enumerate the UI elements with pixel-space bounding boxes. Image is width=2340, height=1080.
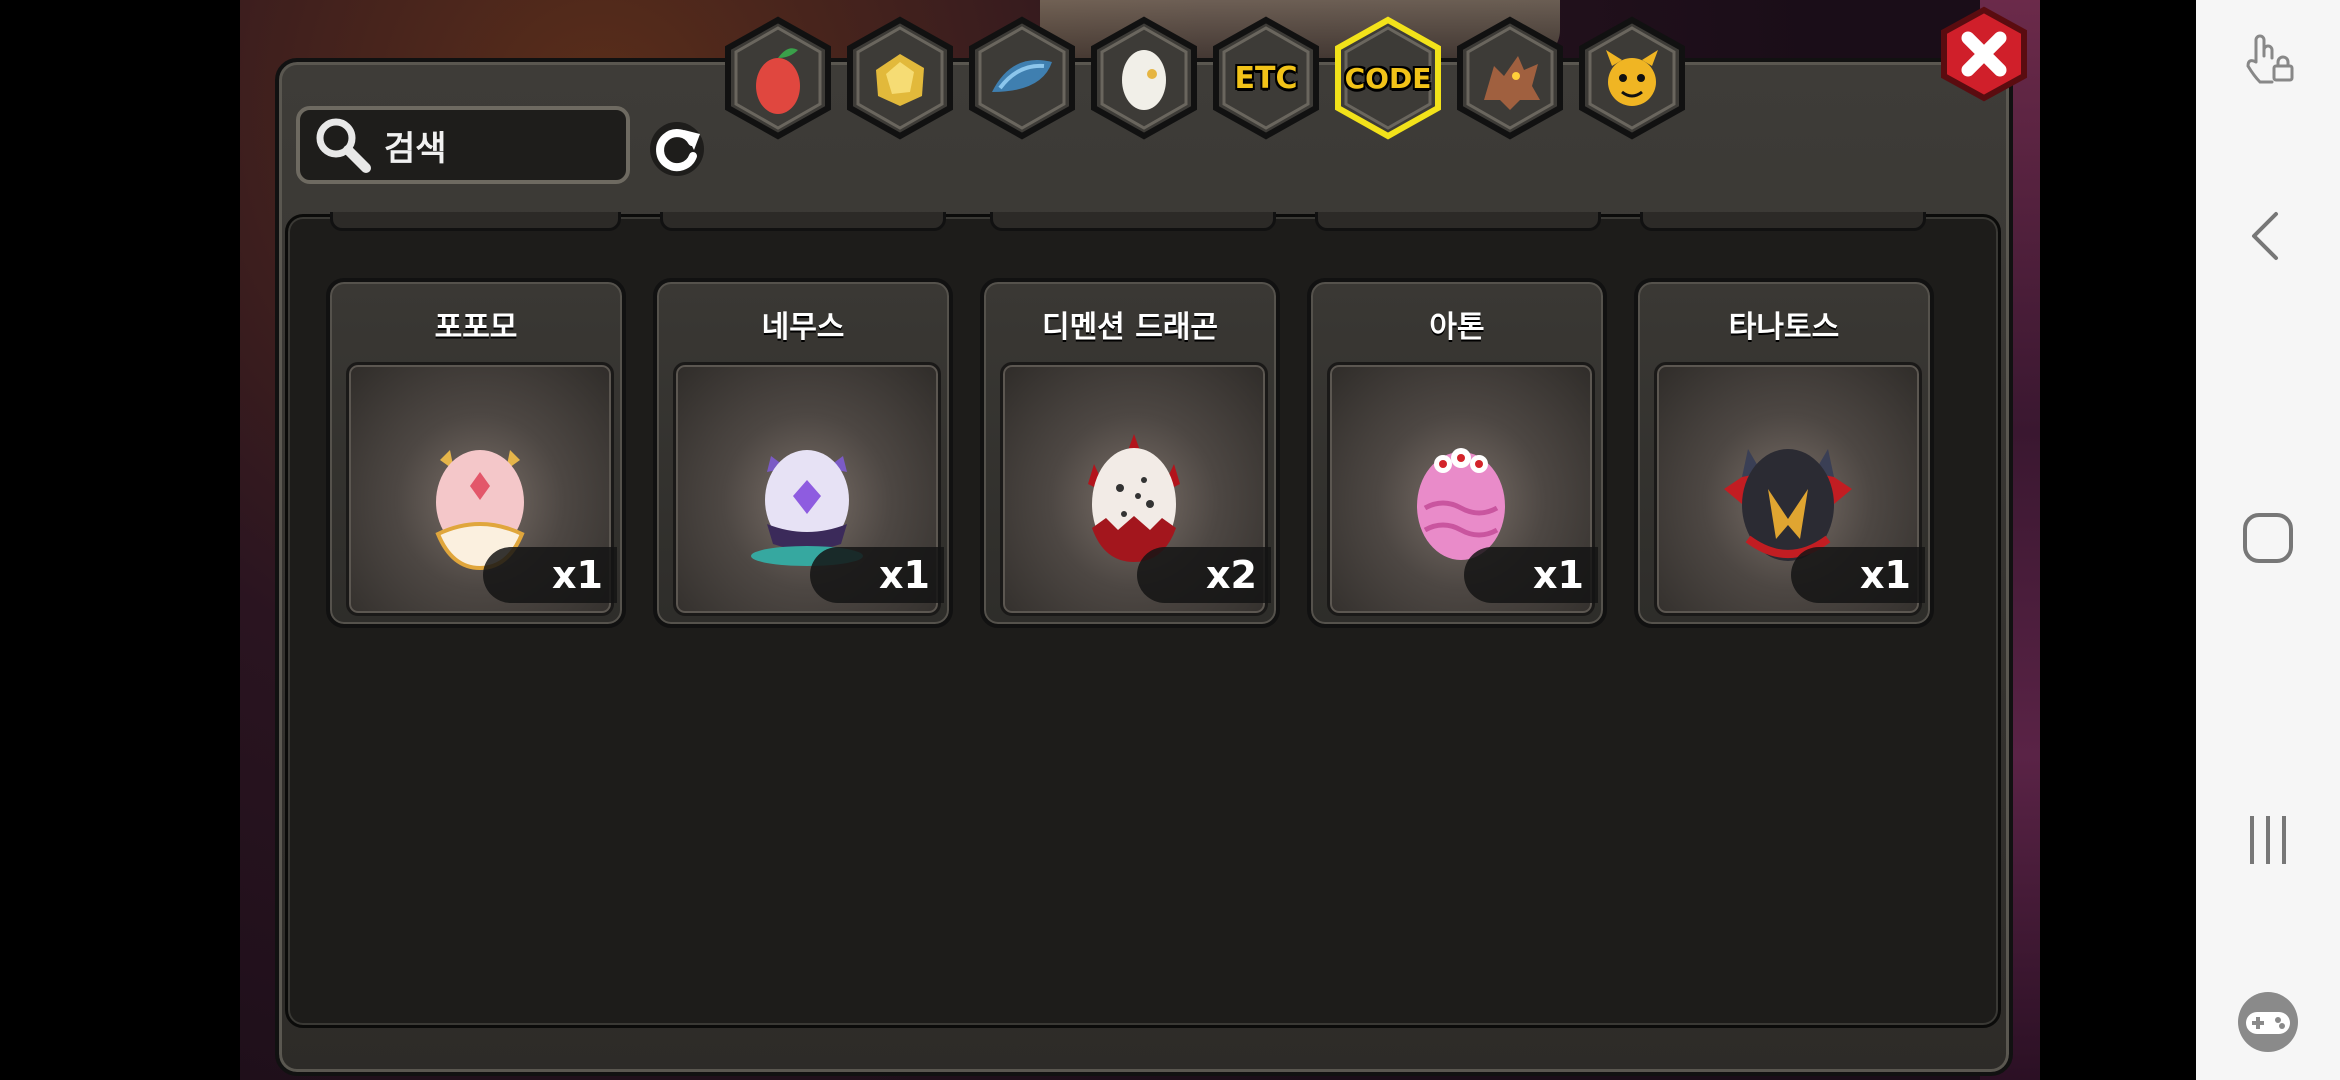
item-name: 포포모 <box>434 310 518 345</box>
item-frame: x1 <box>1654 362 1925 616</box>
monster-face-icon <box>1606 50 1658 106</box>
item-count: x1 <box>810 547 944 603</box>
egg-icon <box>1122 50 1166 110</box>
tab-fruit[interactable] <box>722 16 834 140</box>
tab-dragon-scale[interactable] <box>966 16 1078 140</box>
search-input[interactable]: 검색 <box>296 106 630 184</box>
item-count: x1 <box>483 547 617 603</box>
item-count: x2 <box>1137 547 1271 603</box>
tab-etc-label: ETC <box>1234 60 1298 96</box>
item-name: 아톤 <box>1429 310 1485 345</box>
back-icon <box>2252 212 2278 260</box>
tab-code-label: CODE <box>1344 61 1432 95</box>
recent-apps-icon <box>2250 816 2286 864</box>
item-card-aton[interactable]: 아톤 x1 <box>1307 278 1607 628</box>
refresh-icon[interactable] <box>648 120 706 178</box>
item-frame: x1 <box>1327 362 1598 616</box>
touch-lock-icon <box>2246 34 2294 84</box>
tab-code[interactable]: CODE <box>1332 16 1444 140</box>
gamepad-icon <box>2238 992 2298 1052</box>
item-name: 네무스 <box>761 310 845 345</box>
item-frame: x1 <box>673 362 944 616</box>
tab-etc[interactable]: ETC <box>1210 16 1322 140</box>
item-name: 디멘션 드래곤 <box>1041 310 1219 345</box>
item-count: x1 <box>1791 547 1925 603</box>
close-button[interactable] <box>1936 6 2032 102</box>
item-card-popomo[interactable]: 포포모 x1 <box>326 278 626 628</box>
item-count: x1 <box>1464 547 1598 603</box>
item-name: 타나토스 <box>1728 310 1840 345</box>
tab-dragon-head[interactable] <box>1454 16 1566 140</box>
search-placeholder: 검색 <box>384 128 447 169</box>
item-frame: x2 <box>1000 362 1271 616</box>
tab-gold-ore[interactable] <box>844 16 956 140</box>
system-nav-bar <box>2196 0 2340 1080</box>
item-card-thanatos[interactable]: 타나토스 x1 <box>1634 278 1934 628</box>
item-card-nemus[interactable]: 네무스 x1 <box>653 278 953 628</box>
back-button[interactable] <box>2196 206 2340 266</box>
search-icon <box>316 118 371 173</box>
touch-lock-button[interactable] <box>2196 28 2340 88</box>
tab-monster[interactable] <box>1576 16 1688 140</box>
recent-apps-button[interactable] <box>2196 810 2340 870</box>
tab-egg[interactable] <box>1088 16 1200 140</box>
home-button[interactable] <box>2196 508 2340 568</box>
item-card-dimension-dragon[interactable]: 디멘션 드래곤 x2 <box>980 278 1280 628</box>
home-icon <box>2243 513 2293 563</box>
game-tools-button[interactable] <box>2196 990 2340 1054</box>
item-frame: x1 <box>346 362 617 616</box>
